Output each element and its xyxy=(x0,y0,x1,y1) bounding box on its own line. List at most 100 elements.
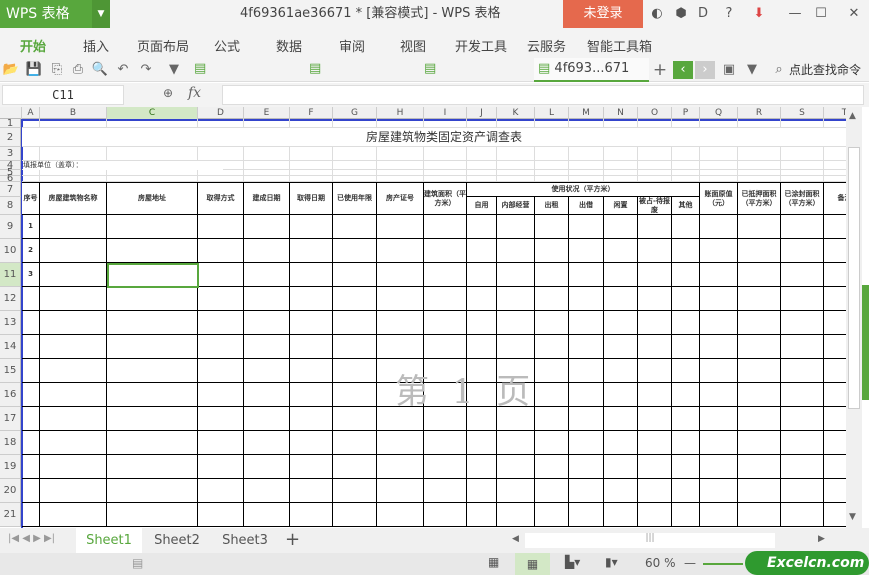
table-cell[interactable] xyxy=(333,407,377,431)
menu-9[interactable]: 智能工具箱 xyxy=(587,36,652,55)
minimize-icon[interactable]: — xyxy=(786,5,804,23)
table-cell[interactable] xyxy=(738,431,781,455)
table-cell[interactable] xyxy=(672,335,700,359)
table-cell[interactable] xyxy=(290,335,333,359)
table-cell[interactable] xyxy=(738,407,781,431)
column-header-L[interactable]: L xyxy=(535,107,569,119)
table-cell[interactable] xyxy=(290,287,333,311)
table-cell[interactable] xyxy=(333,215,377,239)
cell[interactable] xyxy=(497,119,535,128)
table-cell[interactable] xyxy=(377,335,424,359)
row-header-7[interactable]: 7 xyxy=(0,182,21,197)
scroll-down-icon[interactable]: ▼ xyxy=(849,512,856,522)
table-cell[interactable] xyxy=(377,263,424,287)
table-cell[interactable] xyxy=(290,263,333,287)
cell[interactable] xyxy=(824,119,846,128)
table-cell[interactable] xyxy=(824,263,846,287)
cell[interactable] xyxy=(738,147,781,161)
cell[interactable] xyxy=(604,161,638,170)
table-cell[interactable] xyxy=(290,215,333,239)
table-cell[interactable] xyxy=(377,455,424,479)
formula-input[interactable] xyxy=(222,85,864,105)
zoom-level[interactable]: 60 % xyxy=(645,556,676,570)
table-cell[interactable] xyxy=(781,311,824,335)
print-icon[interactable]: ⎙ xyxy=(69,61,87,79)
table-cell[interactable] xyxy=(497,455,535,479)
table-cell[interactable] xyxy=(244,359,290,383)
table-cell[interactable] xyxy=(497,263,535,287)
sheet-nav-icon[interactable]: |◀ ◀ ▶ ▶| xyxy=(8,533,55,544)
table-cell[interactable] xyxy=(424,455,467,479)
table-cell[interactable] xyxy=(824,335,846,359)
column-header-E[interactable]: E xyxy=(244,107,290,119)
table-cell[interactable] xyxy=(244,503,290,527)
table-cell[interactable] xyxy=(824,215,846,239)
scroll-right-icon[interactable]: ▶ xyxy=(818,534,825,544)
cell[interactable] xyxy=(497,147,535,161)
table-cell[interactable] xyxy=(244,383,290,407)
row-header-20[interactable]: 20 xyxy=(0,479,21,503)
table-cell[interactable] xyxy=(638,359,672,383)
table-cell[interactable] xyxy=(638,215,672,239)
table-cell[interactable] xyxy=(377,239,424,263)
table-cell[interactable] xyxy=(569,311,604,335)
table-cell[interactable] xyxy=(672,383,700,407)
table-cell[interactable] xyxy=(738,383,781,407)
table-cell[interactable] xyxy=(198,383,244,407)
table-cell[interactable] xyxy=(604,383,638,407)
table-cell[interactable] xyxy=(333,431,377,455)
table-cell[interactable] xyxy=(467,503,497,527)
table-cell[interactable] xyxy=(290,503,333,527)
table-cell[interactable] xyxy=(497,503,535,527)
table-cell[interactable] xyxy=(107,431,198,455)
cell[interactable] xyxy=(333,119,377,128)
table-cell[interactable] xyxy=(672,239,700,263)
column-header-P[interactable]: P xyxy=(672,107,700,119)
table-cell[interactable] xyxy=(244,335,290,359)
table-cell[interactable] xyxy=(672,215,700,239)
table-cell[interactable] xyxy=(824,311,846,335)
table-cell[interactable] xyxy=(497,311,535,335)
command-search[interactable]: 点此查找命令 xyxy=(789,61,861,78)
table-cell[interactable] xyxy=(40,335,107,359)
row-header-1[interactable]: 1 xyxy=(0,119,21,129)
table-cell[interactable] xyxy=(40,215,107,239)
table-cell[interactable] xyxy=(535,431,569,455)
cell[interactable] xyxy=(738,119,781,128)
table-cell[interactable] xyxy=(467,263,497,287)
table-cell[interactable] xyxy=(198,407,244,431)
table-cell[interactable] xyxy=(290,311,333,335)
cell[interactable] xyxy=(198,119,244,128)
table-cell[interactable] xyxy=(638,239,672,263)
add-sheet-icon[interactable]: + xyxy=(285,529,300,550)
table-cell[interactable] xyxy=(377,287,424,311)
table-cell[interactable] xyxy=(198,335,244,359)
table-cell[interactable] xyxy=(467,479,497,503)
menu-3[interactable]: 公式 xyxy=(214,36,240,55)
table-cell[interactable] xyxy=(333,383,377,407)
serial-number[interactable]: 3 xyxy=(22,263,40,287)
column-header-A[interactable]: A xyxy=(22,107,40,119)
table-cell[interactable] xyxy=(377,431,424,455)
cell[interactable] xyxy=(333,161,377,170)
table-cell[interactable] xyxy=(198,287,244,311)
table-cell[interactable] xyxy=(333,479,377,503)
table-cell[interactable] xyxy=(604,287,638,311)
cell[interactable] xyxy=(672,119,700,128)
cell[interactable] xyxy=(535,119,569,128)
table-cell[interactable] xyxy=(497,479,535,503)
table-cell[interactable] xyxy=(700,359,738,383)
table-cell[interactable] xyxy=(569,455,604,479)
table-cell[interactable] xyxy=(424,263,467,287)
table-cell[interactable] xyxy=(244,239,290,263)
table-cell[interactable] xyxy=(244,479,290,503)
row-header-3[interactable]: 3 xyxy=(0,147,21,161)
column-header-C[interactable]: C xyxy=(107,107,198,119)
table-cell[interactable] xyxy=(497,239,535,263)
cell[interactable] xyxy=(22,119,40,128)
serial-number[interactable]: 1 xyxy=(22,215,40,239)
table-cell[interactable] xyxy=(40,455,107,479)
table-cell[interactable] xyxy=(604,335,638,359)
table-cell[interactable] xyxy=(535,335,569,359)
row-header-8[interactable]: 8 xyxy=(0,197,21,215)
